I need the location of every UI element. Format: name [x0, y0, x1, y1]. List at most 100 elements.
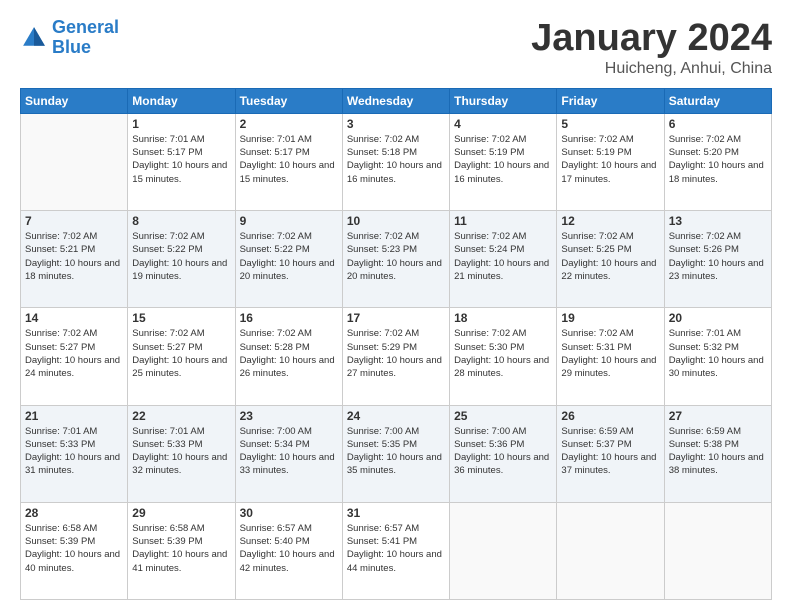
- sunset-text: Sunset: 5:39 PM: [25, 535, 123, 548]
- day-number: 25: [454, 409, 552, 423]
- day-number: 1: [132, 117, 230, 131]
- day-info: Sunrise: 7:02 AM Sunset: 5:27 PM Dayligh…: [25, 327, 123, 380]
- sunrise-text: Sunrise: 7:01 AM: [240, 133, 338, 146]
- sunrise-text: Sunrise: 7:00 AM: [240, 425, 338, 438]
- daylight-text: Daylight: 10 hours and 27 minutes.: [347, 354, 445, 381]
- day-info: Sunrise: 7:02 AM Sunset: 5:28 PM Dayligh…: [240, 327, 338, 380]
- daylight-text: Daylight: 10 hours and 37 minutes.: [561, 451, 659, 478]
- day-number: 29: [132, 506, 230, 520]
- day-number: 15: [132, 311, 230, 325]
- sunset-text: Sunset: 5:32 PM: [669, 341, 767, 354]
- sunrise-text: Sunrise: 7:01 AM: [132, 425, 230, 438]
- sunrise-text: Sunrise: 7:02 AM: [454, 327, 552, 340]
- day-info: Sunrise: 6:57 AM Sunset: 5:40 PM Dayligh…: [240, 522, 338, 575]
- daylight-text: Daylight: 10 hours and 33 minutes.: [240, 451, 338, 478]
- sunrise-text: Sunrise: 6:59 AM: [561, 425, 659, 438]
- day-info: Sunrise: 7:02 AM Sunset: 5:22 PM Dayligh…: [132, 230, 230, 283]
- calendar-week-1: 1 Sunrise: 7:01 AM Sunset: 5:17 PM Dayli…: [21, 113, 772, 210]
- day-info: Sunrise: 7:01 AM Sunset: 5:17 PM Dayligh…: [240, 133, 338, 186]
- table-row: 1 Sunrise: 7:01 AM Sunset: 5:17 PM Dayli…: [128, 113, 235, 210]
- sunrise-text: Sunrise: 7:01 AM: [132, 133, 230, 146]
- sunrise-text: Sunrise: 6:57 AM: [240, 522, 338, 535]
- col-saturday: Saturday: [664, 88, 771, 113]
- sunrise-text: Sunrise: 6:57 AM: [347, 522, 445, 535]
- daylight-text: Daylight: 10 hours and 32 minutes.: [132, 451, 230, 478]
- day-info: Sunrise: 6:59 AM Sunset: 5:38 PM Dayligh…: [669, 425, 767, 478]
- calendar-week-2: 7 Sunrise: 7:02 AM Sunset: 5:21 PM Dayli…: [21, 211, 772, 308]
- logo-icon: [20, 24, 48, 52]
- sunrise-text: Sunrise: 7:01 AM: [669, 327, 767, 340]
- table-row: 5 Sunrise: 7:02 AM Sunset: 5:19 PM Dayli…: [557, 113, 664, 210]
- sunrise-text: Sunrise: 7:02 AM: [347, 133, 445, 146]
- sunrise-text: Sunrise: 7:02 AM: [561, 133, 659, 146]
- sunset-text: Sunset: 5:36 PM: [454, 438, 552, 451]
- daylight-text: Daylight: 10 hours and 23 minutes.: [669, 257, 767, 284]
- sunset-text: Sunset: 5:22 PM: [132, 243, 230, 256]
- col-tuesday: Tuesday: [235, 88, 342, 113]
- sunset-text: Sunset: 5:19 PM: [561, 146, 659, 159]
- day-number: 4: [454, 117, 552, 131]
- day-number: 10: [347, 214, 445, 228]
- daylight-text: Daylight: 10 hours and 38 minutes.: [669, 451, 767, 478]
- daylight-text: Daylight: 10 hours and 18 minutes.: [669, 159, 767, 186]
- table-row: 19 Sunrise: 7:02 AM Sunset: 5:31 PM Dayl…: [557, 308, 664, 405]
- daylight-text: Daylight: 10 hours and 16 minutes.: [347, 159, 445, 186]
- table-row: 30 Sunrise: 6:57 AM Sunset: 5:40 PM Dayl…: [235, 502, 342, 599]
- sunrise-text: Sunrise: 7:02 AM: [561, 327, 659, 340]
- sunset-text: Sunset: 5:39 PM: [132, 535, 230, 548]
- sunrise-text: Sunrise: 7:02 AM: [669, 133, 767, 146]
- sunrise-text: Sunrise: 7:00 AM: [347, 425, 445, 438]
- day-number: 16: [240, 311, 338, 325]
- table-row: [21, 113, 128, 210]
- title-block: January 2024 Huicheng, Anhui, China: [531, 18, 772, 78]
- day-number: 17: [347, 311, 445, 325]
- sunrise-text: Sunrise: 7:02 AM: [132, 230, 230, 243]
- table-row: 28 Sunrise: 6:58 AM Sunset: 5:39 PM Dayl…: [21, 502, 128, 599]
- logo-line2: Blue: [52, 37, 91, 57]
- table-row: 13 Sunrise: 7:02 AM Sunset: 5:26 PM Dayl…: [664, 211, 771, 308]
- day-info: Sunrise: 7:02 AM Sunset: 5:20 PM Dayligh…: [669, 133, 767, 186]
- sunrise-text: Sunrise: 6:59 AM: [669, 425, 767, 438]
- sunrise-text: Sunrise: 7:02 AM: [454, 133, 552, 146]
- calendar-week-4: 21 Sunrise: 7:01 AM Sunset: 5:33 PM Dayl…: [21, 405, 772, 502]
- daylight-text: Daylight: 10 hours and 35 minutes.: [347, 451, 445, 478]
- daylight-text: Daylight: 10 hours and 44 minutes.: [347, 548, 445, 575]
- day-info: Sunrise: 7:02 AM Sunset: 5:19 PM Dayligh…: [454, 133, 552, 186]
- table-row: 20 Sunrise: 7:01 AM Sunset: 5:32 PM Dayl…: [664, 308, 771, 405]
- table-row: 12 Sunrise: 7:02 AM Sunset: 5:25 PM Dayl…: [557, 211, 664, 308]
- col-friday: Friday: [557, 88, 664, 113]
- sunset-text: Sunset: 5:27 PM: [25, 341, 123, 354]
- day-number: 26: [561, 409, 659, 423]
- table-row: 2 Sunrise: 7:01 AM Sunset: 5:17 PM Dayli…: [235, 113, 342, 210]
- daylight-text: Daylight: 10 hours and 16 minutes.: [454, 159, 552, 186]
- sunset-text: Sunset: 5:31 PM: [561, 341, 659, 354]
- sunset-text: Sunset: 5:17 PM: [240, 146, 338, 159]
- day-number: 3: [347, 117, 445, 131]
- logo-line1: General: [52, 17, 119, 37]
- sunset-text: Sunset: 5:19 PM: [454, 146, 552, 159]
- day-number: 19: [561, 311, 659, 325]
- table-row: 7 Sunrise: 7:02 AM Sunset: 5:21 PM Dayli…: [21, 211, 128, 308]
- col-monday: Monday: [128, 88, 235, 113]
- header: General Blue January 2024 Huicheng, Anhu…: [20, 18, 772, 78]
- day-info: Sunrise: 7:02 AM Sunset: 5:18 PM Dayligh…: [347, 133, 445, 186]
- table-row: 21 Sunrise: 7:01 AM Sunset: 5:33 PM Dayl…: [21, 405, 128, 502]
- daylight-text: Daylight: 10 hours and 21 minutes.: [454, 257, 552, 284]
- calendar-week-3: 14 Sunrise: 7:02 AM Sunset: 5:27 PM Dayl…: [21, 308, 772, 405]
- table-row: 8 Sunrise: 7:02 AM Sunset: 5:22 PM Dayli…: [128, 211, 235, 308]
- table-row: 4 Sunrise: 7:02 AM Sunset: 5:19 PM Dayli…: [450, 113, 557, 210]
- day-number: 7: [25, 214, 123, 228]
- day-number: 5: [561, 117, 659, 131]
- day-number: 13: [669, 214, 767, 228]
- sunset-text: Sunset: 5:37 PM: [561, 438, 659, 451]
- day-info: Sunrise: 7:00 AM Sunset: 5:34 PM Dayligh…: [240, 425, 338, 478]
- daylight-text: Daylight: 10 hours and 26 minutes.: [240, 354, 338, 381]
- day-info: Sunrise: 7:02 AM Sunset: 5:21 PM Dayligh…: [25, 230, 123, 283]
- day-info: Sunrise: 7:02 AM Sunset: 5:26 PM Dayligh…: [669, 230, 767, 283]
- sunrise-text: Sunrise: 7:02 AM: [561, 230, 659, 243]
- daylight-text: Daylight: 10 hours and 20 minutes.: [347, 257, 445, 284]
- daylight-text: Daylight: 10 hours and 17 minutes.: [561, 159, 659, 186]
- day-info: Sunrise: 6:57 AM Sunset: 5:41 PM Dayligh…: [347, 522, 445, 575]
- calendar-table: Sunday Monday Tuesday Wednesday Thursday…: [20, 88, 772, 600]
- daylight-text: Daylight: 10 hours and 25 minutes.: [132, 354, 230, 381]
